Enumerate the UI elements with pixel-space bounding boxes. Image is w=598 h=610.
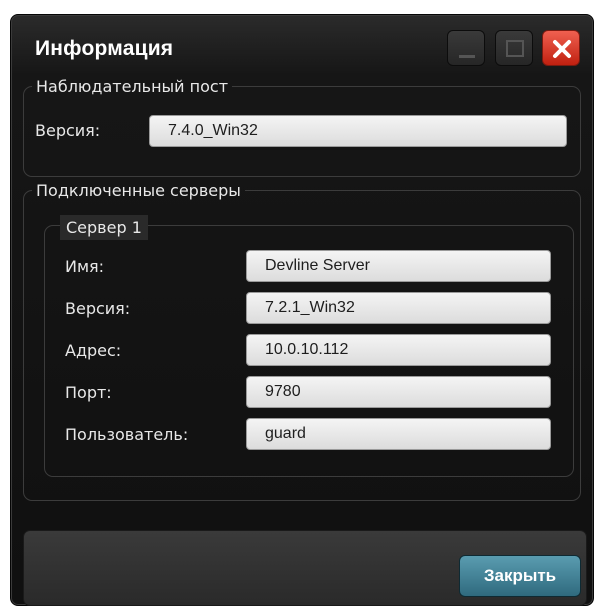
server-version-field: 7.2.1_Win32 <box>246 292 551 324</box>
server-port-label: Порт: <box>65 383 112 402</box>
server-name-label: Имя: <box>65 257 105 276</box>
post-version-label: Версия: <box>35 121 101 140</box>
server-version-label: Версия: <box>65 299 131 318</box>
server-address-label: Адрес: <box>65 341 122 360</box>
minimize-icon <box>459 55 475 58</box>
close-window-button[interactable] <box>542 30 580 66</box>
post-version-field: 7.4.0_Win32 <box>149 115 567 147</box>
server-address-field: 10.0.10.112 <box>246 334 551 366</box>
server-user-field: guard <box>246 418 551 450</box>
observation-post-legend: Наблюдательный пост <box>36 77 229 96</box>
server-1-legend: Сервер 1 <box>60 215 148 240</box>
server-port-field: 9780 <box>246 376 551 408</box>
server-name-field: Devline Server <box>246 250 551 282</box>
maximize-icon <box>506 40 524 57</box>
server-user-label: Пользователь: <box>65 425 189 444</box>
info-window: Информация Наблюдательный пост Версия: 7… <box>10 14 594 606</box>
close-icon <box>553 40 571 58</box>
minimize-button[interactable] <box>447 30 485 66</box>
maximize-button[interactable] <box>495 30 533 66</box>
connected-servers-legend: Подключенные серверы <box>36 181 241 200</box>
close-dialog-button[interactable]: Закрыть <box>459 555 581 597</box>
window-title: Информация <box>35 37 174 60</box>
